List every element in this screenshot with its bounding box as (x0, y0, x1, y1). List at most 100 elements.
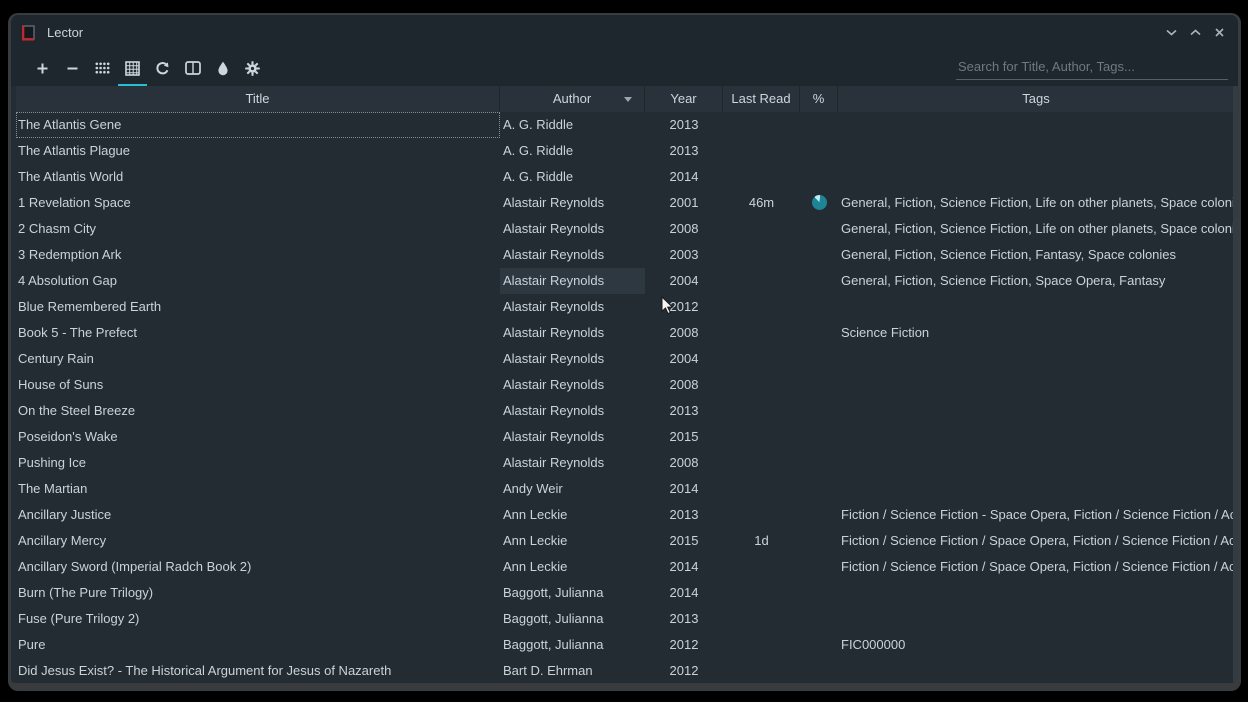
table-row[interactable]: Book 5 - The Prefect Alastair Reynolds 2… (16, 320, 1234, 346)
cell-year[interactable]: 2014 (645, 476, 723, 502)
cell-last-read[interactable] (723, 632, 800, 658)
cell-last-read[interactable] (723, 424, 800, 450)
cell-year[interactable]: 2008 (645, 450, 723, 476)
cell-tags[interactable] (838, 164, 1234, 190)
column-header-author[interactable]: Author (500, 86, 645, 112)
column-header-tags[interactable]: Tags (838, 86, 1234, 112)
cell-percent[interactable] (800, 294, 838, 320)
cell-year[interactable]: 2012 (645, 658, 723, 684)
cell-author[interactable]: Bart D. Ehrman (500, 658, 645, 684)
cell-author[interactable]: Baggott, Julianna (500, 632, 645, 658)
remove-book-button[interactable] (58, 53, 87, 83)
cell-author[interactable]: Ann Leckie (500, 528, 645, 554)
cell-title[interactable]: Pushing Ice (16, 450, 500, 476)
table-row[interactable]: Did Jesus Exist? - The Historical Argume… (16, 658, 1234, 684)
cell-tags[interactable] (838, 398, 1234, 424)
cell-author[interactable]: Alastair Reynolds (500, 242, 645, 268)
table-row[interactable]: Poseidon's Wake Alastair Reynolds 2015 (16, 424, 1234, 450)
cell-title[interactable]: Book 5 - The Prefect (16, 320, 500, 346)
table-row[interactable]: Pushing Ice Alastair Reynolds 2008 (16, 450, 1234, 476)
cell-year[interactable]: 2013 (645, 502, 723, 528)
table-row[interactable]: Ancillary Sword (Imperial Radch Book 2) … (16, 554, 1234, 580)
cell-last-read[interactable] (723, 268, 800, 294)
cell-tags[interactable]: Fiction / Science Fiction / Space Opera,… (838, 528, 1234, 554)
covers-view-button[interactable] (88, 53, 117, 83)
table-row[interactable]: Fuse (Pure Trilogy 2) Baggott, Julianna … (16, 606, 1234, 632)
cell-year[interactable]: 2008 (645, 320, 723, 346)
cell-title[interactable]: Century Rain (16, 346, 500, 372)
cell-percent[interactable] (800, 554, 838, 580)
cell-title[interactable]: Burn (The Pure Trilogy) (16, 580, 500, 606)
cell-title[interactable]: The Atlantis World (16, 164, 500, 190)
cell-title[interactable]: 4 Absolution Gap (16, 268, 500, 294)
table-row[interactable]: The Atlantis Plague A. G. Riddle 2013 (16, 138, 1234, 164)
table-row[interactable]: Ancillary Mercy Ann Leckie 2015 1d Ficti… (16, 528, 1234, 554)
cell-author[interactable]: Alastair Reynolds (500, 346, 645, 372)
maximize-button[interactable] (1186, 24, 1204, 42)
cell-tags[interactable] (838, 112, 1234, 138)
cell-title[interactable]: House of Suns (16, 372, 500, 398)
table-row[interactable]: 1 Revelation Space Alastair Reynolds 200… (16, 190, 1234, 216)
cell-percent[interactable] (800, 242, 838, 268)
cell-last-read[interactable] (723, 398, 800, 424)
cell-percent[interactable] (800, 502, 838, 528)
cell-percent[interactable] (800, 528, 838, 554)
cell-last-read[interactable] (723, 216, 800, 242)
table-row[interactable]: House of Suns Alastair Reynolds 2008 (16, 372, 1234, 398)
cell-title[interactable]: 1 Revelation Space (16, 190, 500, 216)
cell-author[interactable]: Alastair Reynolds (500, 398, 645, 424)
cell-percent[interactable] (800, 190, 838, 216)
table-row[interactable]: 2 Chasm City Alastair Reynolds 2008 Gene… (16, 216, 1234, 242)
cell-last-read[interactable] (723, 346, 800, 372)
cell-tags[interactable]: General, Fiction, Science Fiction, Space… (838, 268, 1234, 294)
cell-author[interactable]: Alastair Reynolds (500, 450, 645, 476)
column-header-year[interactable]: Year (645, 86, 723, 112)
cell-percent[interactable] (800, 476, 838, 502)
cell-year[interactable]: 2001 (645, 190, 723, 216)
cell-title[interactable]: Pure (16, 632, 500, 658)
cell-year[interactable]: 2004 (645, 346, 723, 372)
cell-percent[interactable] (800, 658, 838, 684)
cell-title[interactable]: The Atlantis Plague (16, 138, 500, 164)
cell-percent[interactable] (800, 346, 838, 372)
cell-year[interactable]: 2008 (645, 216, 723, 242)
cell-tags[interactable] (838, 476, 1234, 502)
cell-last-read[interactable] (723, 554, 800, 580)
cell-author[interactable]: A. G. Riddle (500, 138, 645, 164)
cell-last-read[interactable] (723, 320, 800, 346)
table-row[interactable]: The Martian Andy Weir 2014 (16, 476, 1234, 502)
cell-last-read[interactable] (723, 138, 800, 164)
open-book-button[interactable] (178, 53, 207, 83)
cell-title[interactable]: Ancillary Mercy (16, 528, 500, 554)
cell-year[interactable]: 2004 (645, 268, 723, 294)
cell-percent[interactable] (800, 164, 838, 190)
table-row[interactable]: The Atlantis World A. G. Riddle 2014 (16, 164, 1234, 190)
cell-percent[interactable] (800, 112, 838, 138)
column-header-last-read[interactable]: Last Read (723, 86, 800, 112)
cell-author[interactable]: Ann Leckie (500, 554, 645, 580)
cell-tags[interactable] (838, 450, 1234, 476)
cell-tags[interactable]: General, Fiction, Science Fiction, Fanta… (838, 242, 1234, 268)
table-view-button[interactable] (118, 53, 147, 83)
table-row[interactable]: On the Steel Breeze Alastair Reynolds 20… (16, 398, 1234, 424)
cell-percent[interactable] (800, 580, 838, 606)
cell-year[interactable]: 2003 (645, 242, 723, 268)
column-header-percent[interactable]: % (800, 86, 838, 112)
cell-year[interactable]: 2014 (645, 164, 723, 190)
cell-author[interactable]: Alastair Reynolds (500, 372, 645, 398)
cell-year[interactable]: 2012 (645, 632, 723, 658)
cell-author[interactable]: A. G. Riddle (500, 164, 645, 190)
cell-author[interactable]: Alastair Reynolds (500, 294, 645, 320)
column-header-title[interactable]: Title (16, 86, 500, 112)
cell-title[interactable]: Ancillary Sword (Imperial Radch Book 2) (16, 554, 500, 580)
add-books-button[interactable] (28, 53, 57, 83)
cell-author[interactable]: Alastair Reynolds (500, 320, 645, 346)
table-row[interactable]: Century Rain Alastair Reynolds 2004 (16, 346, 1234, 372)
cell-percent[interactable] (800, 632, 838, 658)
cell-year[interactable]: 2012 (645, 294, 723, 320)
cell-percent[interactable] (800, 424, 838, 450)
cell-author[interactable]: A. G. Riddle (500, 112, 645, 138)
cell-last-read[interactable]: 46m (723, 190, 800, 216)
cell-last-read[interactable] (723, 450, 800, 476)
cell-year[interactable]: 2015 (645, 424, 723, 450)
